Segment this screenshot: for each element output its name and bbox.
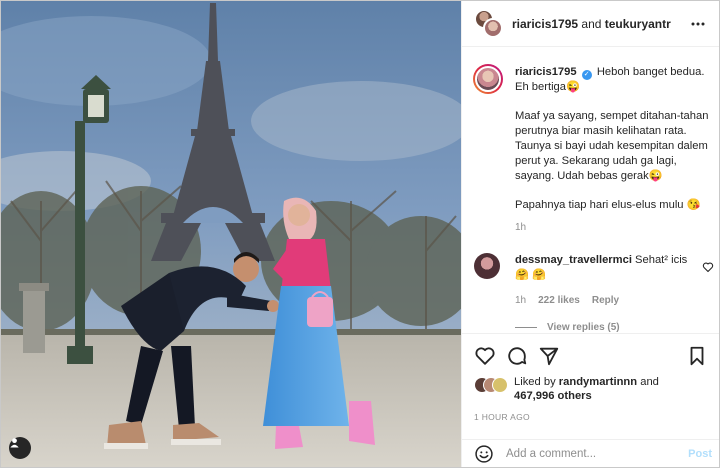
comment-emoji-2: 🤗: [532, 269, 546, 281]
comment: dessmay_travellermci Sehat² icis 🤗 🤗: [515, 253, 700, 283]
comments-area[interactable]: riaricis1795 ✓ Heboh banget bedua. Eh be…: [462, 48, 719, 333]
photo-illustration: [1, 1, 461, 467]
view-replies-divider: [515, 327, 537, 328]
likes-count[interactable]: 467,996 others: [514, 390, 592, 402]
comment-reply-button[interactable]: Reply: [592, 295, 619, 306]
comment-text: Sehat² icis: [635, 254, 688, 266]
avatar: [492, 377, 508, 393]
action-bar: [462, 333, 719, 377]
comment-icon[interactable]: [506, 345, 528, 367]
caption-avatar[interactable]: [473, 64, 503, 94]
likes-text: Liked by randymartinnn and 467,996 other…: [514, 375, 659, 403]
post-comment-button[interactable]: Post: [688, 448, 712, 460]
comment-avatar[interactable]: [474, 253, 500, 279]
heart-icon[interactable]: [474, 345, 496, 367]
post-timestamp[interactable]: 1 HOUR AGO: [474, 412, 530, 422]
author-username[interactable]: riaricis1795: [512, 17, 578, 31]
post-photo[interactable]: [1, 1, 461, 467]
verified-icon: ✓: [581, 70, 592, 80]
caption-paragraph-3-emoji: 😘: [686, 199, 701, 211]
caption: riaricis1795 ✓ Heboh banget bedua. Eh be…: [515, 65, 711, 213]
user-tag-icon[interactable]: [9, 437, 31, 459]
caption-paragraph-2: Maaf ya sayang, sempet ditahan-tahan per…: [515, 110, 709, 182]
post-author-line: riaricis1795 and teukuryantr: [512, 17, 671, 31]
caption-line-1-emoji: 😜: [566, 81, 580, 93]
caption-paragraph-3: Papahnya tiap hari elus-elus mulu: [515, 199, 684, 211]
emoji-icon[interactable]: [474, 444, 494, 464]
caption-username[interactable]: riaricis1795: [515, 66, 577, 78]
caption-paragraph-2-emoji: 😜: [648, 170, 663, 182]
comment-like-heart-icon[interactable]: [702, 260, 714, 273]
add-comment-bar: Post: [462, 439, 719, 467]
likes-user[interactable]: randymartinnn: [559, 376, 637, 388]
caption-time[interactable]: 1h: [515, 222, 526, 233]
comment-time[interactable]: 1h: [515, 295, 526, 306]
comment-likes[interactable]: 222 likes: [538, 295, 580, 306]
view-replies-label: View replies (5): [547, 322, 620, 333]
bookmark-icon[interactable]: [686, 345, 708, 367]
post-header: riaricis1795 and teukuryantr: [462, 1, 719, 47]
comment-input[interactable]: [506, 447, 666, 460]
view-replies-button[interactable]: View replies (5): [515, 322, 620, 333]
liker-avatars[interactable]: [474, 375, 510, 393]
more-icon[interactable]: [688, 14, 708, 34]
likes-middle: and: [637, 376, 659, 388]
likes-summary: Liked by randymartinnn and 467,996 other…: [474, 375, 714, 403]
share-icon[interactable]: [538, 345, 560, 367]
instagram-post-modal: riaricis1795 and teukuryantr riaricis179…: [0, 0, 720, 468]
likes-prefix: Liked by: [514, 376, 559, 388]
comment-username[interactable]: dessmay_travellermci: [515, 254, 632, 266]
author-joiner: and: [578, 16, 605, 31]
comment-meta: 1h 222 likes Reply: [515, 295, 619, 306]
coauthor-username[interactable]: teukuryantr: [605, 17, 671, 31]
post-side-panel: riaricis1795 and teukuryantr riaricis179…: [461, 1, 719, 467]
avatar: [483, 17, 503, 38]
collab-avatars[interactable]: [474, 8, 504, 39]
comment-emoji-1: 🤗: [515, 269, 529, 281]
